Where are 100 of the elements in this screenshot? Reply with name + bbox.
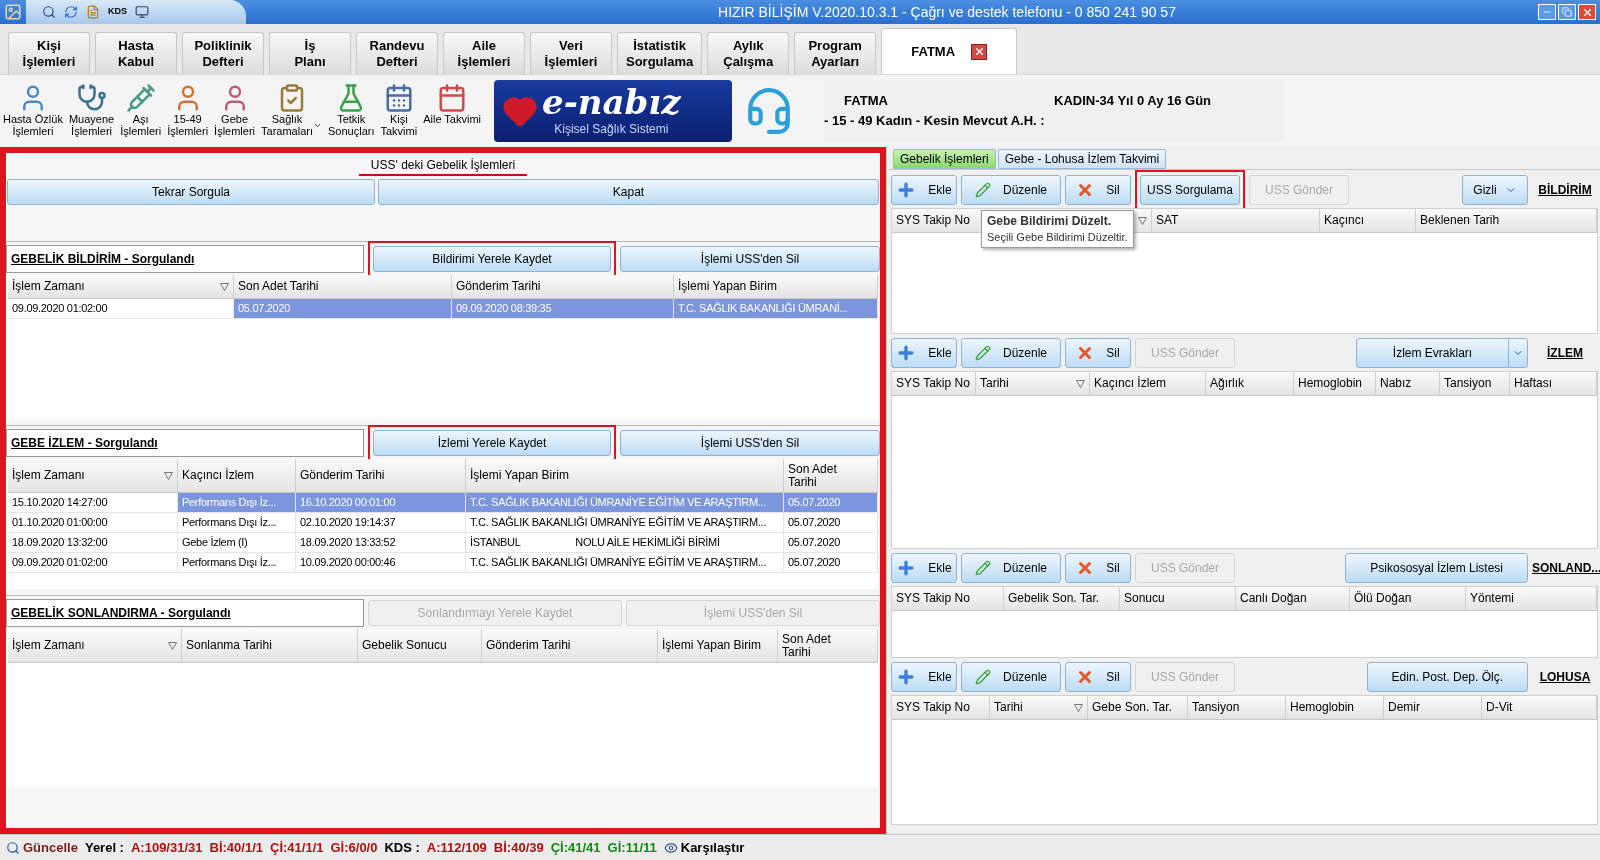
toolbar-button[interactable]: Gebe İşlemleri — [211, 75, 259, 146]
delete-button[interactable]: Sil — [1065, 553, 1131, 583]
toolbar-button[interactable]: Hasta Özlük İşlemleri — [0, 75, 66, 146]
column-header[interactable]: İşlemi Yapan Birim — [674, 275, 878, 298]
action-button[interactable]: İşlemi USS'den Sil — [620, 429, 880, 456]
minimize-button[interactable] — [1538, 4, 1556, 20]
close-tab-icon[interactable] — [971, 43, 988, 60]
section-title: SONLAND... — [1532, 560, 1598, 577]
column-header[interactable]: SYS Takip No — [892, 696, 990, 719]
pencil-icon — [975, 345, 991, 361]
quick-label[interactable]: KDS — [108, 5, 127, 19]
column-header[interactable]: İşlemi Yapan Birim — [466, 459, 784, 492]
column-header[interactable]: İşlemi Yapan Birim — [658, 629, 778, 662]
action-button[interactable]: USS Sorgulama — [1140, 175, 1240, 205]
add-button[interactable]: Ekle — [891, 553, 957, 583]
column-header[interactable]: Ölü Doğan — [1350, 587, 1466, 610]
column-header[interactable]: İşlem Zamanı — [8, 275, 234, 298]
delete-button[interactable]: Sil — [1065, 662, 1131, 692]
column-header[interactable]: Son Adet Tarihi — [784, 459, 878, 492]
action-button[interactable]: Bildirimi Yerele Kaydet — [373, 245, 611, 272]
action-button[interactable]: Kapat — [378, 179, 879, 205]
column-header[interactable]: SYS Takip No — [892, 372, 976, 395]
menu-tab[interactable]: Aile İşlemleri — [443, 32, 525, 74]
action-button[interactable]: İzlemi Yerele Kaydet — [373, 429, 611, 456]
status-text: A:112/109 — [426, 838, 487, 857]
tooltip: Gebe Bildirimi Düzelt. Seçili Gebe Bildirimi Düzeltir. — [981, 210, 1134, 248]
close-button[interactable] — [1578, 4, 1596, 20]
column-header[interactable]: Tarihi — [976, 372, 1090, 395]
column-header[interactable]: Hemoglobin — [1294, 372, 1376, 395]
column-header[interactable]: Kaçıncı İzlem — [178, 459, 296, 492]
menu-tab[interactable]: Program Ayarları — [794, 32, 877, 74]
column-header[interactable]: Son Adet Tarihi — [778, 629, 878, 662]
column-header[interactable]: Hemoglobin — [1286, 696, 1384, 719]
menu-tab[interactable]: İstatistik Sorgulama — [617, 32, 703, 74]
menu-tab[interactable]: Veri İşlemleri — [530, 32, 612, 74]
restore-button[interactable] — [1558, 4, 1576, 20]
status-text: Çİ:41/1/1 — [270, 838, 324, 857]
column-header[interactable]: Gönderim Tarihi — [296, 459, 466, 492]
edit-button[interactable]: Düzenle — [961, 553, 1061, 583]
section-title: GEBELİK BİLDİRİM - Sorgulandı — [6, 244, 364, 273]
action-button[interactable]: Edin. Post. Dep. Ölç. — [1366, 662, 1528, 692]
column-header[interactable]: Canlı Doğan — [1236, 587, 1350, 610]
column-header[interactable]: İşlem Zamanı — [8, 629, 182, 662]
column-header[interactable]: Demir — [1384, 696, 1482, 719]
column-header[interactable]: SYS Takip No — [892, 587, 1004, 610]
column-header[interactable]: Gönderim Tarihi — [452, 275, 674, 298]
toolbar-button[interactable]: 15-49 İşlemleri — [164, 75, 212, 146]
menu-tab[interactable]: Kişi İşlemleri — [8, 32, 90, 74]
column-header[interactable]: Gebelik Son. Tar. — [1004, 587, 1120, 610]
column-header[interactable]: İşlem Zamanı — [8, 459, 178, 492]
menu-tab[interactable]: Poliklinik Defteri — [182, 32, 264, 74]
action-button[interactable]: Tekrar Sorgula — [7, 179, 375, 205]
column-header[interactable]: D-Vit — [1482, 696, 1597, 719]
column-header[interactable]: Kaçıncı İzlem — [1090, 372, 1206, 395]
status-text[interactable]: Karşılaştır — [680, 837, 745, 858]
panel-tab[interactable]: Gebelik İşlemleri — [893, 149, 996, 169]
column-header[interactable]: SAT — [1152, 209, 1320, 232]
menu-tab[interactable]: FATMA — [881, 28, 1018, 74]
edit-button[interactable]: Düzenle — [961, 338, 1061, 368]
column-header[interactable]: Gebe Son. Tar. — [1088, 696, 1188, 719]
column-header[interactable]: Sonlanma Tarihi — [182, 629, 358, 662]
dropdown-button[interactable]: Gizli — [1462, 175, 1528, 205]
action-button[interactable]: Psikososyal İzlem Listesi — [1345, 553, 1528, 583]
column-header[interactable]: Tansiyon — [1188, 696, 1286, 719]
add-button[interactable]: Ekle — [891, 338, 957, 368]
restore-icon — [1562, 7, 1572, 17]
add-button[interactable]: Ekle — [891, 175, 957, 205]
column-header[interactable]: Beklenen Tarih — [1416, 209, 1597, 232]
add-button[interactable]: Ekle — [891, 662, 957, 692]
column-header[interactable]: Sonucu — [1120, 587, 1236, 610]
toolbar-button[interactable]: Aile Takvimi — [420, 75, 485, 146]
edit-button[interactable]: Düzenle — [961, 175, 1061, 205]
search-icon — [6, 840, 20, 855]
panel-tab[interactable]: Gebe - Lohusa İzlem Takvimi — [997, 149, 1167, 169]
column-header[interactable]: Tarihi — [990, 696, 1088, 719]
menu-tab[interactable]: İş Planı — [269, 32, 351, 74]
split-button[interactable]: İzlem Evrakları — [1356, 338, 1528, 368]
column-header[interactable]: Gönderim Tarihi — [482, 629, 658, 662]
column-header[interactable]: Ağırlık — [1206, 372, 1294, 395]
menu-tab[interactable]: Randevu Defteri — [356, 32, 438, 74]
delete-button[interactable]: Sil — [1065, 338, 1131, 368]
edit-button[interactable]: Düzenle — [961, 662, 1061, 692]
column-header[interactable]: Kaçıncı — [1320, 209, 1416, 232]
pencil-icon — [975, 560, 991, 576]
action-button[interactable]: İşlemi USS'den Sil — [620, 245, 880, 272]
column-header[interactable]: Son Adet Tarihi — [234, 275, 452, 298]
column-header[interactable]: Haftası — [1510, 372, 1597, 395]
toolbar-button[interactable]: Muayene İşlemleri — [65, 75, 118, 146]
column-header[interactable]: Nabız — [1376, 372, 1440, 395]
toolbar-button[interactable]: Kişi Takvimi — [377, 75, 421, 146]
toolbar-button[interactable]: Aşı İşlemleri — [117, 75, 165, 146]
menu-tab[interactable]: Aylık Çalışma — [707, 32, 790, 74]
column-header[interactable]: Gebelik Sonucu — [358, 629, 482, 662]
column-header[interactable]: Tansiyon — [1440, 372, 1510, 395]
toolbar-button[interactable]: Sağlık Taramaları — [258, 75, 325, 146]
delete-button[interactable]: Sil — [1065, 175, 1131, 205]
column-header[interactable]: Yöntemi — [1466, 587, 1597, 610]
toolbar-button[interactable]: Tetkik Sonuçları — [325, 75, 378, 146]
menu-tab[interactable]: Hasta Kabul — [95, 32, 177, 74]
status-text[interactable]: Güncelle — [23, 837, 78, 858]
